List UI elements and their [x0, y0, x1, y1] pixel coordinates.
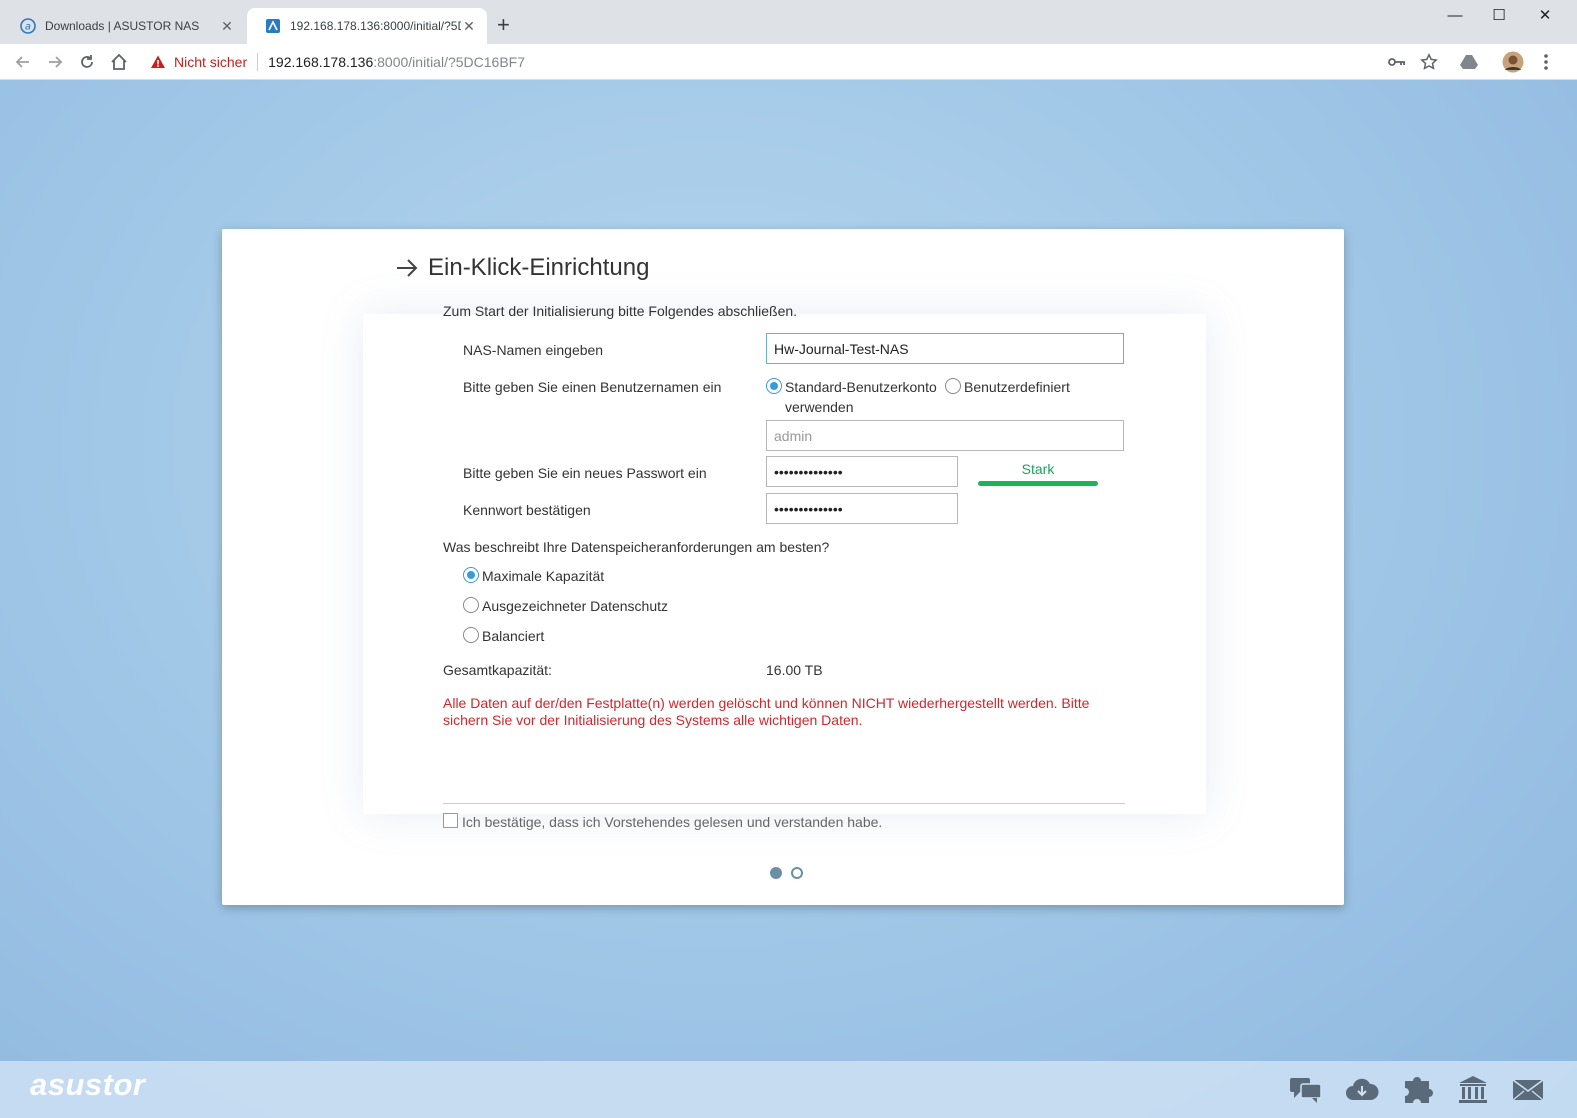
radio-default-account[interactable] — [766, 378, 782, 394]
wizard-heading: Ein-Klick-Einrichtung — [396, 254, 649, 282]
storage-question: Was beschreibt Ihre Datenspeicheranforde… — [443, 539, 830, 555]
browser-toolbar: Nicht sicher 192.168.178.136:8000/initia… — [0, 44, 1577, 80]
custom-account-label: Benutzerdefiniert — [964, 379, 1070, 395]
reload-button[interactable] — [74, 49, 100, 75]
data-protection-label: Ausgezeichneter Datenschutz — [482, 598, 668, 614]
mail-button[interactable] — [1510, 1073, 1546, 1107]
asustor-logo: asustor — [30, 1067, 146, 1102]
password-key-button[interactable] — [1384, 49, 1410, 75]
home-button[interactable] — [106, 49, 132, 75]
browser-menu-button[interactable] — [1533, 49, 1559, 75]
asustor-favicon-icon: a — [20, 18, 36, 34]
drive-icon — [1460, 55, 1478, 69]
forward-button[interactable] — [42, 49, 68, 75]
close-window-icon[interactable]: ✕ — [1522, 6, 1568, 28]
radio-custom-account[interactable] — [945, 378, 961, 394]
drive-extension-button[interactable] — [1456, 49, 1482, 75]
maximize-window-icon[interactable]: ☐ — [1476, 6, 1522, 28]
mail-icon — [1512, 1079, 1544, 1101]
avatar — [1502, 51, 1524, 73]
password-label: Bitte geben Sie ein neues Passwort ein — [463, 465, 707, 481]
home-icon — [111, 53, 127, 70]
radio-max-capacity[interactable] — [463, 567, 479, 583]
username-input[interactable] — [766, 420, 1124, 451]
tab-initial[interactable]: 192.168.178.136:8000/initial/?5D ✕ — [247, 8, 487, 44]
tab-title: Downloads | ASUSTOR NAS — [45, 19, 200, 33]
chat-icon — [1290, 1078, 1322, 1103]
confirm-password-label: Kennwort bestätigen — [463, 502, 591, 518]
password-strength-label: Stark — [1021, 461, 1055, 477]
warning-triangle-icon — [151, 55, 165, 68]
security-status[interactable]: Nicht sicher — [174, 54, 247, 70]
radio-balanced[interactable] — [463, 627, 479, 643]
svg-text:a: a — [25, 22, 31, 33]
plugin-icon — [1405, 1077, 1433, 1103]
total-capacity-value: 16.00 TB — [766, 662, 823, 678]
cloud-download-button[interactable] — [1344, 1073, 1380, 1107]
tab-downloads[interactable]: a Downloads | ASUSTOR NAS ✕ — [2, 8, 245, 44]
bank-button[interactable] — [1455, 1073, 1491, 1107]
nas-name-input[interactable] — [766, 333, 1124, 364]
new-tab-button[interactable]: + — [497, 14, 510, 36]
setup-wizard-card: Ein-Klick-Einrichtung Zum Start der Init… — [222, 229, 1344, 905]
address-separator — [257, 53, 259, 71]
key-icon — [1388, 58, 1405, 66]
page-title: Ein-Klick-Einrichtung — [428, 254, 650, 281]
arrow-right-icon — [397, 259, 418, 277]
default-account-label-line1: Standard-Benutzerkonto — [785, 379, 937, 395]
password-strength-bar — [978, 481, 1098, 486]
username-label: Bitte geben Sie einen Benutzernamen ein — [463, 379, 722, 395]
divider — [443, 803, 1125, 804]
cloud-download-icon — [1346, 1078, 1379, 1100]
password-input[interactable] — [766, 456, 958, 487]
back-arrow-icon — [15, 56, 29, 68]
chat-button[interactable] — [1288, 1073, 1324, 1107]
tab-title: 192.168.178.136:8000/initial/?5D — [290, 19, 461, 33]
minimize-window-icon[interactable]: — — [1432, 6, 1478, 28]
balanced-label: Balanciert — [482, 628, 545, 644]
acknowledge-checkbox[interactable] — [443, 813, 458, 828]
profile-avatar-button[interactable] — [1500, 49, 1526, 75]
more-vert-icon — [1544, 54, 1548, 70]
close-tab-icon[interactable]: ✕ — [219, 18, 235, 35]
page-viewport: Ein-Klick-Einrichtung Zum Start der Init… — [0, 80, 1577, 1118]
max-capacity-label: Maximale Kapazität — [482, 568, 605, 584]
radio-data-protection[interactable] — [463, 597, 479, 613]
acknowledge-label: Ich bestätige, dass ich Vorstehendes gel… — [462, 814, 883, 830]
default-account-label-line2: verwenden — [785, 399, 854, 415]
footer-bar: asustor — [0, 1061, 1577, 1118]
address-bar[interactable]: Nicht sicher 192.168.178.136:8000/initia… — [140, 47, 1460, 77]
confirm-password-input[interactable] — [766, 493, 958, 524]
forward-arrow-icon — [49, 56, 63, 68]
data-loss-warning: Alle Daten auf der/den Festplatte(n) wer… — [443, 695, 1090, 728]
reload-icon — [81, 55, 93, 68]
star-icon — [1420, 53, 1438, 70]
bookmark-star-button[interactable] — [1416, 49, 1442, 75]
url-path: :8000/initial/?5DC16BF7 — [373, 54, 526, 70]
back-button[interactable] — [10, 49, 36, 75]
pagination-dot-1[interactable] — [770, 867, 782, 879]
nas-name-label: NAS-Namen eingeben — [463, 342, 604, 358]
intro-text: Zum Start der Initialisierung bitte Folg… — [443, 303, 798, 319]
close-tab-icon[interactable]: ✕ — [461, 18, 477, 35]
pagination-dot-2[interactable] — [791, 867, 803, 879]
bank-icon — [1459, 1076, 1487, 1103]
tab-bar: a Downloads | ASUSTOR NAS ✕ 192.168.178.… — [0, 0, 1577, 44]
asustor-app-favicon-icon — [266, 19, 280, 33]
url-host: 192.168.178.136 — [268, 54, 374, 70]
plugin-button[interactable] — [1399, 1073, 1435, 1107]
total-capacity-label: Gesamtkapazität: — [443, 662, 552, 678]
